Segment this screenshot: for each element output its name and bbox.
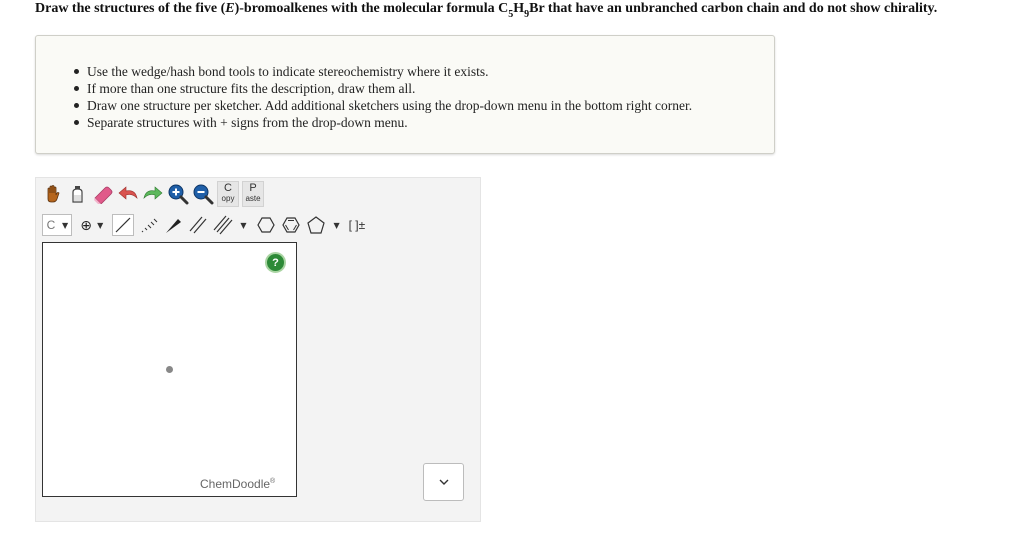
single-bond-tool[interactable] — [112, 214, 135, 236]
question-text: Draw the structures of the five (E)-brom… — [35, 1, 938, 20]
wedge-bond-icon[interactable] — [162, 214, 184, 236]
triple-bond-icon[interactable] — [212, 214, 234, 236]
atom-label-dropdown[interactable]: C ▼ — [42, 214, 73, 236]
bottle-icon[interactable] — [67, 183, 89, 205]
instruction-item: Separate structures with + signs from th… — [74, 114, 774, 131]
ring-dropdown-caret[interactable]: ▼ — [330, 221, 342, 230]
atom-dot — [166, 366, 173, 373]
copy-button[interactable]: C opy — [217, 181, 239, 207]
charge-dropdown[interactable]: ⊕ ▼ — [78, 214, 106, 236]
add-sketcher-dropdown[interactable] — [423, 463, 464, 501]
chevron-down-icon — [439, 479, 448, 485]
instructions-box: Use the wedge/hash bond tools to indicat… — [35, 35, 775, 154]
eraser-icon[interactable] — [92, 183, 114, 205]
chemdoodle-watermark: ChemDoodle® — [200, 477, 276, 491]
hand-icon[interactable] — [42, 183, 64, 205]
toolbar-row-1: C opy P aste — [42, 181, 267, 207]
benzene-ring-icon[interactable] — [280, 214, 302, 236]
instruction-item: Draw one structure per sketcher. Add add… — [74, 97, 774, 114]
cyclopropane-ring-icon[interactable] — [255, 214, 277, 236]
sketcher-panel: C opy P aste C ▼ ⊕ ▼ ▼ ▼ []± ? ChemDood… — [35, 177, 481, 522]
instruction-item: If more than one structure fits the desc… — [74, 80, 774, 97]
chevron-down-icon: ▼ — [97, 220, 104, 230]
undo-icon[interactable] — [117, 183, 139, 205]
bond-dropdown-caret[interactable]: ▼ — [237, 221, 249, 230]
redo-icon[interactable] — [142, 183, 164, 205]
cyclopentane-ring-icon[interactable] — [305, 214, 327, 236]
zoom-out-icon[interactable] — [192, 183, 214, 205]
bracket-charge-tool[interactable]: [ ]± — [349, 218, 366, 232]
instruction-item: Use the wedge/hash bond tools to indicat… — [74, 63, 774, 80]
chevron-down-icon: ▼ — [62, 220, 69, 230]
instructions-list: Use the wedge/hash bond tools to indicat… — [36, 36, 774, 131]
toolbar-row-2: C ▼ ⊕ ▼ ▼ ▼ []± — [42, 212, 365, 238]
sketch-canvas[interactable]: ? ChemDoodle® — [42, 242, 297, 497]
double-bond-icon[interactable] — [187, 214, 209, 236]
help-icon[interactable]: ? — [265, 252, 286, 273]
paste-button[interactable]: P aste — [242, 181, 264, 207]
hash-bond-icon[interactable] — [137, 214, 159, 236]
zoom-in-icon[interactable] — [167, 183, 189, 205]
